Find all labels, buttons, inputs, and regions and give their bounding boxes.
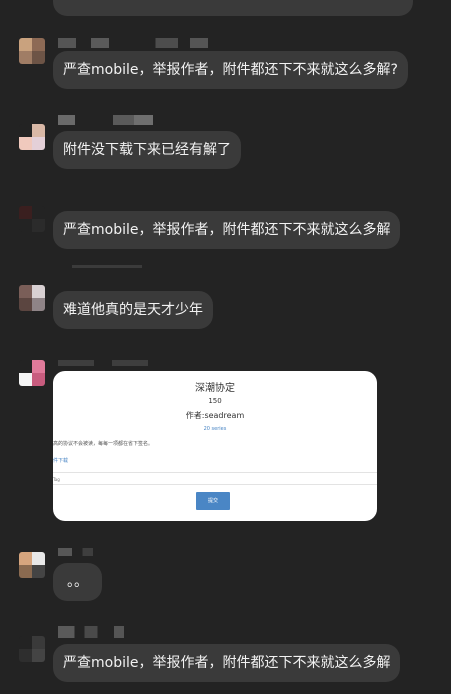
- message-bubble-top-partial[interactable]: [53, 0, 413, 16]
- card-series-link[interactable]: 20 series: [53, 426, 377, 432]
- shared-card[interactable]: 深潮协定 150 作者:seadream 20 series 高的协议不会被读，…: [53, 371, 377, 521]
- message-bubble[interactable]: 严查mobile，举报作者，附件都还下不来就这么多解: [53, 211, 401, 249]
- card-divider: [53, 472, 377, 473]
- avatar[interactable]: [19, 124, 45, 150]
- message-text: 难道他真的是天才少年: [63, 302, 203, 318]
- message-bubble[interactable]: 。。: [53, 563, 102, 601]
- card-version: 150: [208, 397, 222, 405]
- card-divider: [53, 484, 377, 485]
- username-mosaic: [58, 360, 148, 366]
- message-bubble[interactable]: 难道他真的是天才少年: [53, 291, 213, 329]
- message-bubble[interactable]: 严查mobile，举报作者，附件都还下不来就这么多解: [53, 644, 401, 682]
- avatar[interactable]: [19, 285, 45, 311]
- username-mosaic: [58, 626, 124, 638]
- card-author: 作者:seadream: [185, 411, 245, 420]
- message-text: 严查mobile，举报作者，附件都还下不来就这么多解: [63, 222, 391, 238]
- avatar[interactable]: [19, 206, 45, 232]
- username-mosaic: [58, 548, 93, 556]
- chat-window: 严查mobile，举报作者，附件都还下不来就这么多解? 附件没下载下来已经有解了…: [0, 0, 451, 694]
- avatar[interactable]: [19, 552, 45, 578]
- message-text: 严查mobile，举报作者，附件都还下不来就这么多解?: [63, 62, 398, 78]
- card-submit-button[interactable]: 提交: [196, 492, 230, 510]
- username-mosaic: [58, 115, 153, 125]
- username-mosaic: [72, 265, 142, 268]
- message-bubble[interactable]: 附件没下载下来已经有解了: [53, 131, 241, 169]
- avatar[interactable]: [19, 636, 45, 662]
- username-mosaic: [58, 38, 208, 48]
- message-text: 。。: [67, 574, 88, 590]
- message-text: 严查mobile，举报作者，附件都还下不来就这么多解: [63, 655, 391, 671]
- card-download-link[interactable]: 件下载: [53, 457, 68, 464]
- avatar[interactable]: [19, 38, 45, 64]
- card-description: 高的协议不会被读，每每一项都在省下签名。: [53, 441, 154, 447]
- message-text: 附件没下载下来已经有解了: [63, 142, 231, 158]
- avatar[interactable]: [19, 360, 45, 386]
- card-tag-label: Tag: [53, 477, 60, 482]
- card-title: 深潮协定: [195, 383, 235, 394]
- message-bubble[interactable]: 严查mobile，举报作者，附件都还下不来就这么多解?: [53, 51, 408, 89]
